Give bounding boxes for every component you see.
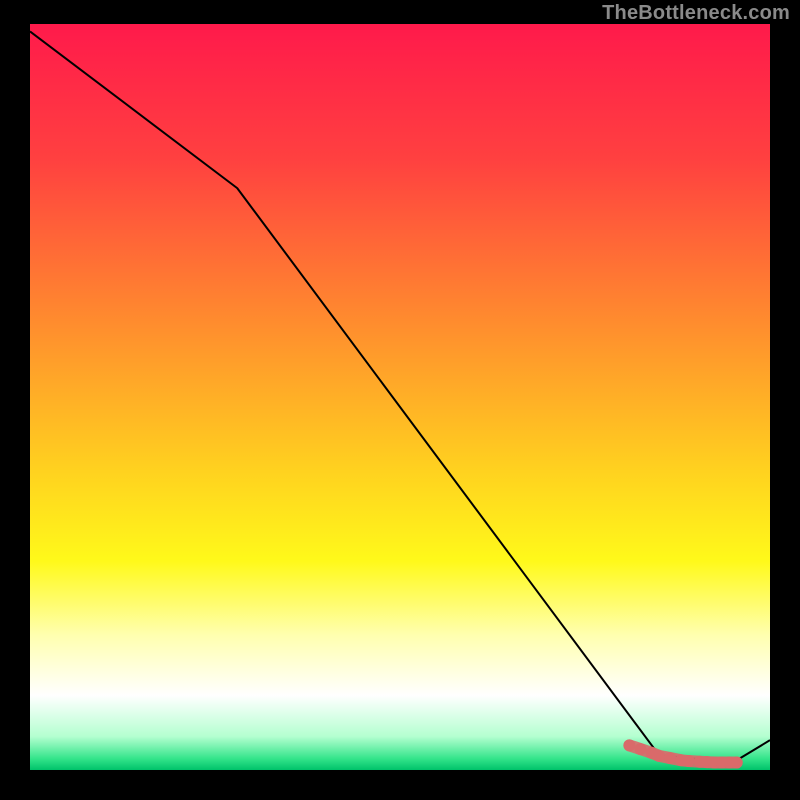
chart-frame: TheBottleneck.com: [0, 0, 800, 800]
dot-marker: [623, 739, 635, 751]
dot-marker: [683, 755, 695, 767]
dot-marker: [664, 752, 676, 764]
watermark-label: TheBottleneck.com: [602, 2, 790, 25]
gradient-background: [30, 24, 770, 770]
dot-marker: [731, 757, 743, 769]
dot-marker: [653, 750, 665, 762]
dot-marker: [635, 743, 647, 755]
chart-canvas: [0, 0, 800, 800]
